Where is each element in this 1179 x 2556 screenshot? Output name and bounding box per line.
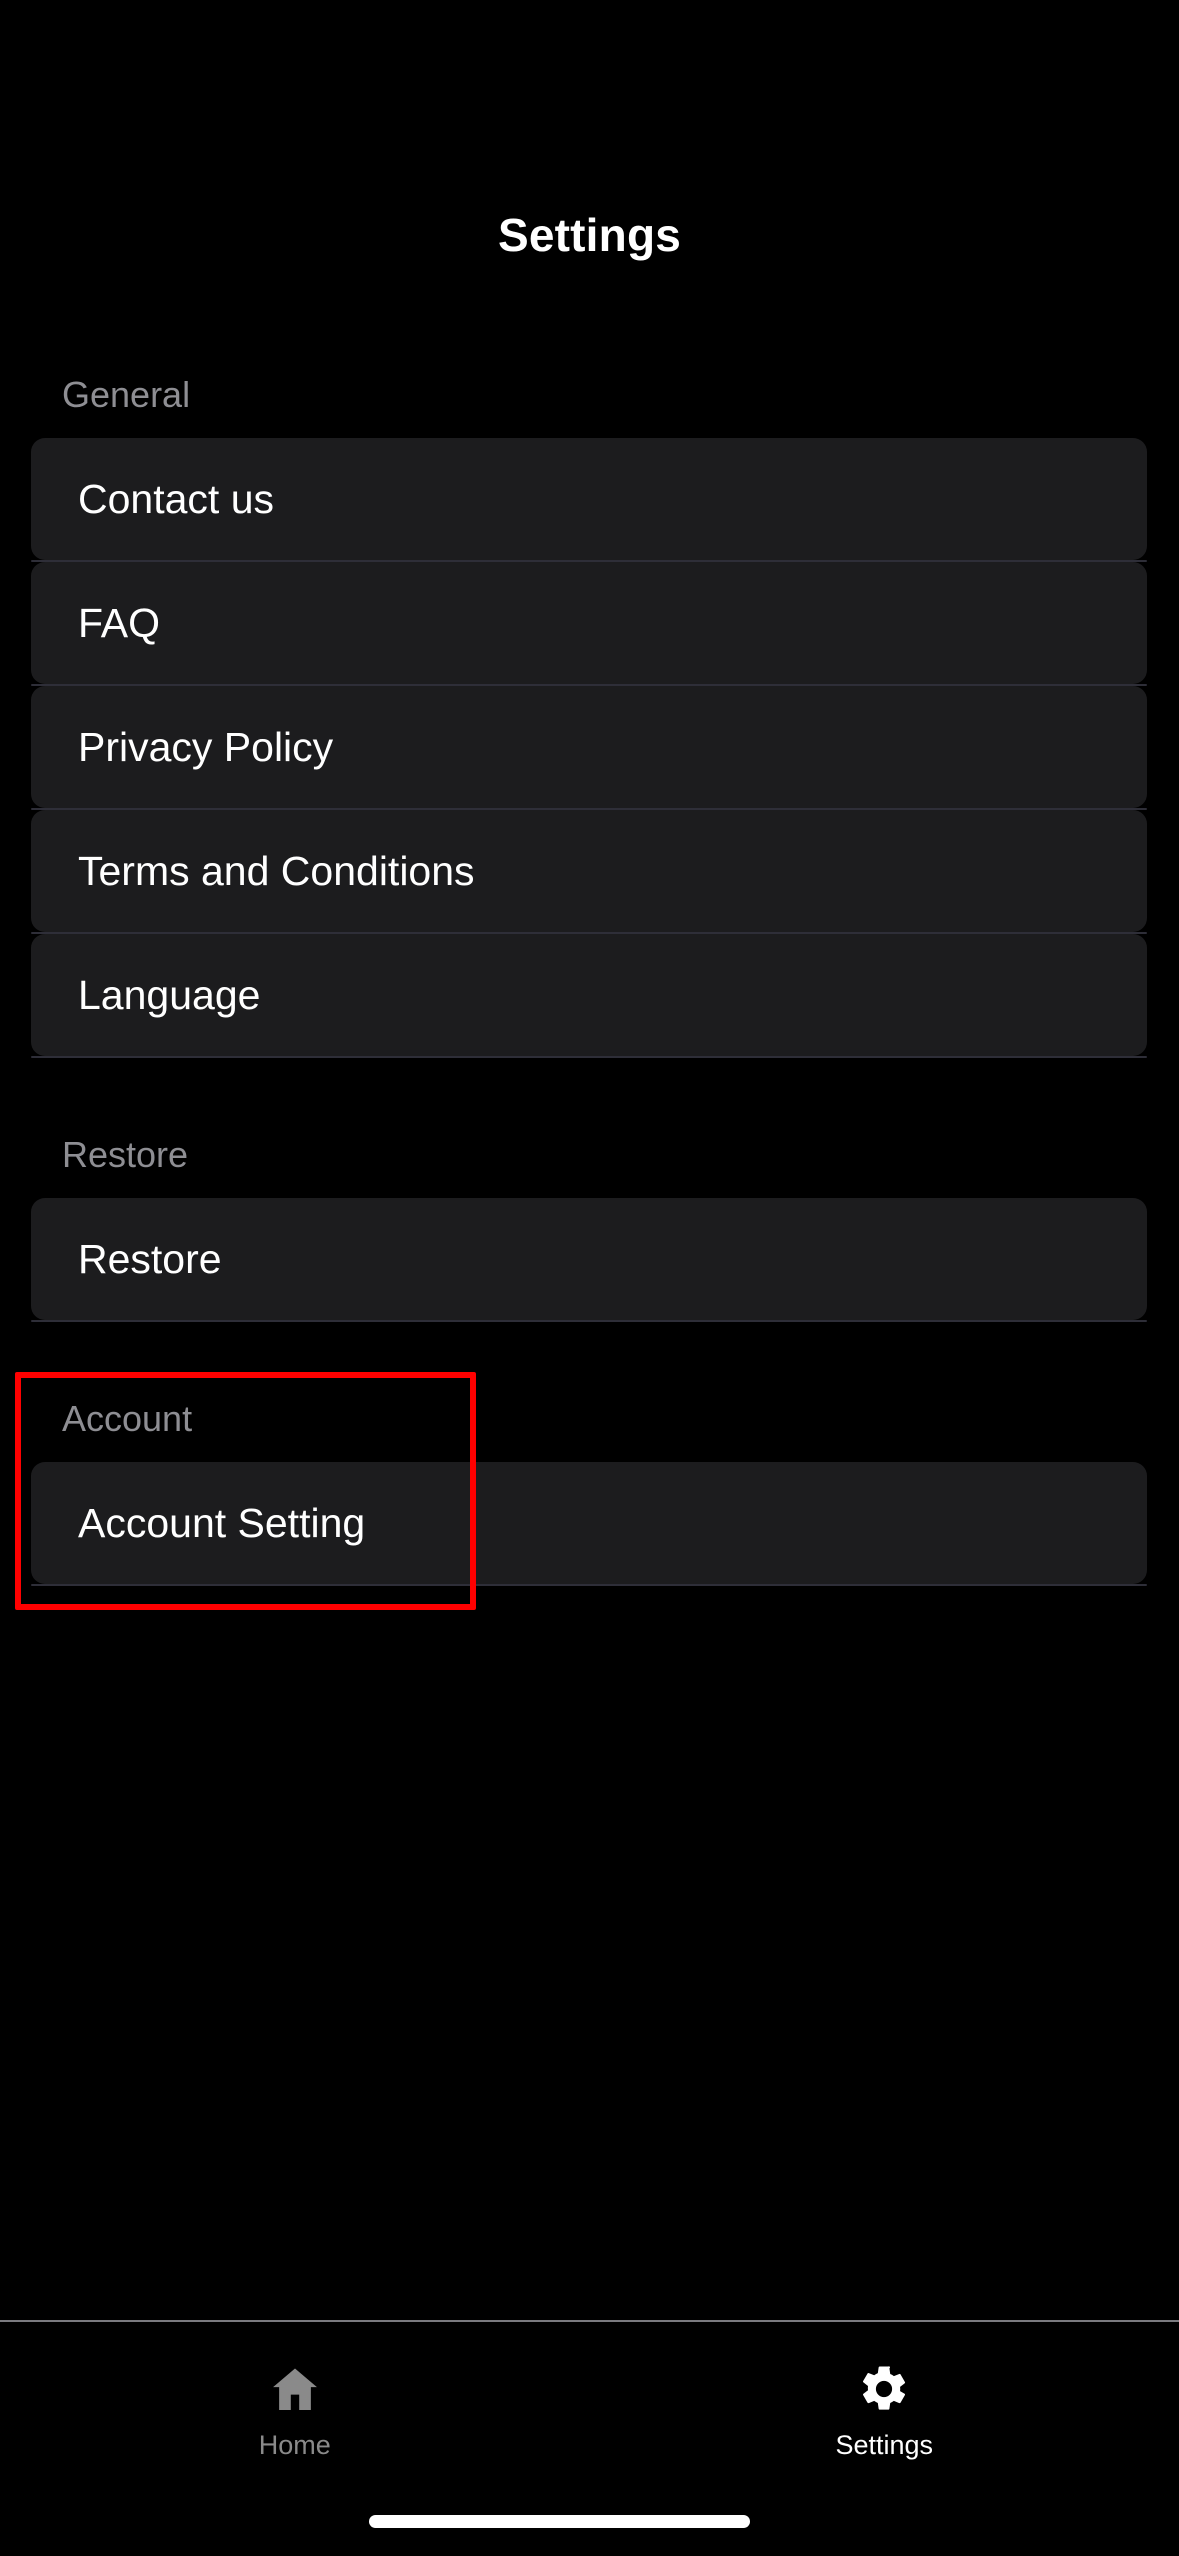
section-general-rows: Contact us FAQ Privacy Policy Terms and … (31, 438, 1147, 1058)
page-title: Settings (497, 209, 682, 261)
list-item-faq[interactable]: FAQ (31, 562, 1147, 686)
section-header-general: General (62, 374, 191, 415)
settings-list: General Contact us FAQ Privacy Policy Te… (0, 352, 1179, 1586)
list-item-label: Contact us (78, 475, 274, 522)
list-item-language[interactable]: Language (31, 934, 1147, 1058)
list-item-account-setting[interactable]: Account Setting (31, 1462, 1147, 1586)
list-item-privacy-policy[interactable]: Privacy Policy (31, 686, 1147, 810)
list-item-restore[interactable]: Restore (31, 1198, 1147, 1322)
section-account: Account Account Setting (0, 1376, 1179, 1586)
section-header-restore: Restore (62, 1134, 189, 1175)
section-general: General Contact us FAQ Privacy Policy Te… (0, 352, 1179, 1058)
list-item-label: Privacy Policy (78, 723, 334, 770)
list-item-contact-us[interactable]: Contact us (31, 438, 1147, 562)
list-item-label: Restore (78, 1235, 222, 1282)
bottom-tab-bar: Home Settings (0, 2322, 1179, 2490)
list-item-label: FAQ (78, 599, 161, 646)
tab-label: Home (258, 2429, 331, 2460)
list-item-label: Account Setting (78, 1499, 366, 1546)
home-icon (267, 2360, 323, 2418)
section-account-rows: Account Setting (31, 1462, 1147, 1586)
section-restore: Restore Restore (0, 1112, 1179, 1322)
tab-settings[interactable]: Settings (590, 2322, 1179, 2490)
list-item-label: Language (78, 971, 261, 1018)
list-item-label: Terms and Conditions (78, 847, 475, 894)
section-restore-rows: Restore (31, 1198, 1147, 1322)
gear-icon (857, 2360, 911, 2418)
section-header-account: Account (62, 1398, 193, 1439)
home-indicator[interactable] (369, 2515, 750, 2528)
app-screen: Settings General Contact us FAQ Privacy … (0, 0, 1179, 2556)
tab-label: Settings (835, 2429, 934, 2460)
tab-home[interactable]: Home (0, 2322, 590, 2490)
list-item-terms-and-conditions[interactable]: Terms and Conditions (31, 810, 1147, 934)
